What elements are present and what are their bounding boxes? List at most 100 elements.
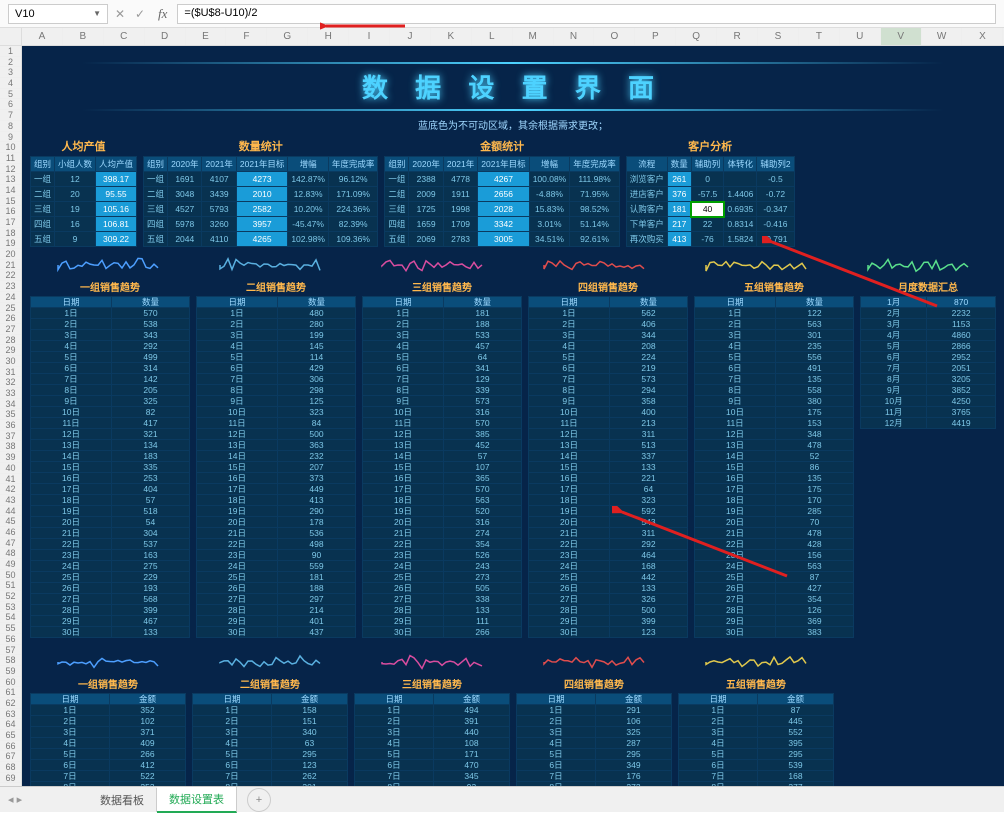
data-cell[interactable]: 573 <box>444 396 522 407</box>
data-cell[interactable]: 12日 <box>529 429 610 440</box>
data-cell[interactable]: 2952 <box>927 352 996 363</box>
data-cell[interactable]: 1.4406 <box>724 187 757 202</box>
data-cell[interactable]: 409 <box>110 738 186 749</box>
data-cell[interactable]: 1709 <box>443 217 477 232</box>
data-cell[interactable]: 133 <box>610 583 688 594</box>
data-cell[interactable]: 105.16 <box>96 202 137 217</box>
data-cell[interactable]: 306 <box>278 374 356 385</box>
data-cell[interactable]: 10日 <box>529 407 610 418</box>
data-cell[interactable]: 316 <box>444 517 522 528</box>
data-cell[interactable]: 21日 <box>695 528 776 539</box>
data-cell[interactable]: 383 <box>776 627 854 638</box>
data-cell[interactable]: 40 <box>691 202 724 217</box>
data-cell[interactable]: 3日 <box>363 330 444 341</box>
data-cell[interactable]: 145 <box>278 341 356 352</box>
data-cell[interactable]: 二组 <box>385 187 409 202</box>
formula-bar[interactable]: =($U$8-U10)/2 <box>177 4 996 24</box>
data-cell[interactable]: 22日 <box>695 539 776 550</box>
data-cell[interactable]: 三组 <box>385 202 409 217</box>
data-cell[interactable]: 522 <box>110 771 186 782</box>
summary-table[interactable]: 组别小组人数人均产值一组12398.17二组2095.55三组19105.16四… <box>30 156 137 247</box>
data-cell[interactable]: -45.47% <box>288 217 329 232</box>
row-header[interactable]: 51 <box>0 580 21 591</box>
data-cell[interactable]: 556 <box>776 352 854 363</box>
data-cell[interactable]: 3日 <box>517 727 596 738</box>
row-header[interactable]: 42 <box>0 484 21 495</box>
data-cell[interactable]: 26日 <box>31 583 112 594</box>
data-cell[interactable]: 123 <box>610 627 688 638</box>
data-cell[interactable]: 464 <box>610 550 688 561</box>
data-cell[interactable]: 207 <box>278 462 356 473</box>
data-cell[interactable]: 30日 <box>197 627 278 638</box>
col-header[interactable]: K <box>431 28 472 45</box>
data-cell[interactable]: 592 <box>610 506 688 517</box>
row-header[interactable]: 16 <box>0 206 21 217</box>
data-cell[interactable]: 109.36% <box>328 232 378 247</box>
row-header[interactable]: 66 <box>0 741 21 752</box>
row-header[interactable]: 30 <box>0 356 21 367</box>
data-cell[interactable]: 17日 <box>197 484 278 495</box>
data-cell[interactable]: 1725 <box>409 202 443 217</box>
row-header[interactable]: 29 <box>0 345 21 356</box>
data-cell[interactable]: 363 <box>278 440 356 451</box>
data-cell[interactable]: 20日 <box>31 517 112 528</box>
data-cell[interactable]: 12.83% <box>288 187 329 202</box>
data-cell[interactable]: 3439 <box>202 187 236 202</box>
data-cell[interactable]: 8日 <box>517 782 596 787</box>
data-cell[interactable]: 28日 <box>31 605 112 616</box>
data-cell[interactable]: 2日 <box>31 319 112 330</box>
data-cell[interactable]: 15日 <box>197 462 278 473</box>
data-cell[interactable]: 102.98% <box>288 232 329 247</box>
col-header[interactable]: N <box>554 28 595 45</box>
trend-table[interactable]: 日期金额1日1582日1513日3404日635日2956日1237日2628日… <box>192 693 348 786</box>
data-cell[interactable]: 391 <box>434 716 510 727</box>
data-cell[interactable]: 26日 <box>529 583 610 594</box>
data-cell[interactable]: 5793 <box>202 202 236 217</box>
data-cell[interactable]: 13日 <box>363 440 444 451</box>
row-header[interactable]: 55 <box>0 623 21 634</box>
data-cell[interactable]: 559 <box>278 561 356 572</box>
data-cell[interactable]: 25日 <box>695 572 776 583</box>
data-cell[interactable]: 2028 <box>478 202 529 217</box>
data-cell[interactable]: 478 <box>776 440 854 451</box>
data-cell[interactable]: 536 <box>278 528 356 539</box>
data-cell[interactable]: 4日 <box>197 341 278 352</box>
data-cell[interactable]: 5978 <box>168 217 202 232</box>
data-cell[interactable]: 2656 <box>478 187 529 202</box>
data-cell[interactable]: 470 <box>434 760 510 771</box>
row-header[interactable]: 45 <box>0 516 21 527</box>
data-cell[interactable]: 163 <box>112 550 190 561</box>
data-cell[interactable]: 3月 <box>861 319 927 330</box>
data-cell[interactable]: 25日 <box>197 572 278 583</box>
data-cell[interactable]: 301 <box>776 330 854 341</box>
row-header[interactable]: 46 <box>0 527 21 538</box>
col-header[interactable]: D <box>145 28 186 45</box>
data-cell[interactable]: 457 <box>444 341 522 352</box>
data-cell[interactable]: 52 <box>776 451 854 462</box>
row-header[interactable]: 22 <box>0 270 21 281</box>
data-cell[interactable]: 552 <box>758 727 834 738</box>
row-header[interactable]: 65 <box>0 730 21 741</box>
data-cell[interactable]: 27日 <box>695 594 776 605</box>
data-cell[interactable]: 1日 <box>363 308 444 319</box>
data-cell[interactable]: 2051 <box>927 363 996 374</box>
trend-table[interactable]: 1月8702月22323月11534月48605月28666月29527月205… <box>860 296 996 429</box>
data-cell[interactable]: 229 <box>112 572 190 583</box>
data-cell[interactable]: 1日 <box>193 705 272 716</box>
data-cell[interactable]: 168 <box>758 771 834 782</box>
add-sheet-button[interactable]: + <box>247 788 271 812</box>
data-cell[interactable]: 345 <box>434 771 510 782</box>
data-cell[interactable]: 2日 <box>193 716 272 727</box>
data-cell[interactable]: 2日 <box>517 716 596 727</box>
data-cell[interactable]: 4日 <box>31 738 110 749</box>
data-cell[interactable]: 563 <box>444 495 522 506</box>
data-cell[interactable]: 170 <box>776 495 854 506</box>
row-header[interactable]: 52 <box>0 591 21 602</box>
data-cell[interactable]: 323 <box>278 407 356 418</box>
data-cell[interactable]: 8日 <box>193 782 272 787</box>
trend-table[interactable]: 日期数量1日1222日5633日3014日2355日5566日4917日1358… <box>694 296 854 638</box>
row-header[interactable]: 63 <box>0 709 21 720</box>
data-cell[interactable]: 2010 <box>236 187 287 202</box>
data-cell[interactable]: 25日 <box>363 572 444 583</box>
row-header[interactable]: 5 <box>0 89 21 100</box>
